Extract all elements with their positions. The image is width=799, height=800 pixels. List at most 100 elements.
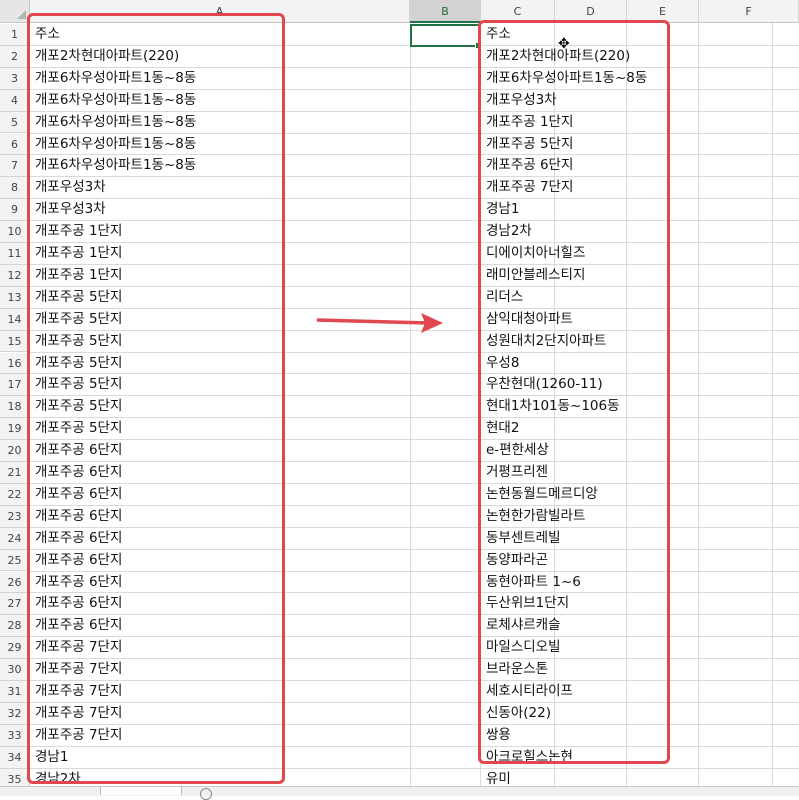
cell-column-a[interactable]: 개포주공 6단지 bbox=[30, 506, 410, 528]
row-header[interactable]: 17 bbox=[0, 374, 30, 397]
row-header[interactable]: 13 bbox=[0, 286, 30, 309]
cell-column-c[interactable]: 성원대치2단지아파트 bbox=[481, 331, 606, 353]
row-header[interactable]: 26 bbox=[0, 571, 30, 594]
row-header[interactable]: 7 bbox=[0, 155, 30, 178]
cell-column-c[interactable]: e-편한세상 bbox=[481, 440, 549, 462]
row-header[interactable]: 16 bbox=[0, 352, 30, 375]
row-header[interactable]: 4 bbox=[0, 89, 30, 112]
cell-column-c[interactable]: 동양파라곤 bbox=[481, 550, 548, 572]
row-header[interactable]: 27 bbox=[0, 593, 30, 616]
row-header[interactable]: 23 bbox=[0, 505, 30, 528]
cell-column-a[interactable]: 개포주공 5단지 bbox=[30, 396, 410, 418]
spreadsheet-grid[interactable]: A B C D E F 1 주소 주소 2 개포2차현대아파트(220) 개포2차현대아파… bbox=[0, 0, 799, 800]
cell-column-a[interactable]: 개포6차우성아파트1동~8동 bbox=[30, 90, 410, 112]
cell-column-a[interactable]: 개포주공 6단지 bbox=[30, 440, 410, 462]
row-header[interactable]: 2 bbox=[0, 45, 30, 68]
cell-column-a[interactable]: 주소 bbox=[30, 24, 410, 46]
cell-column-a[interactable]: 개포주공 7단지 bbox=[30, 725, 410, 747]
row-header[interactable]: 25 bbox=[0, 549, 30, 572]
column-header-d[interactable]: D bbox=[555, 0, 627, 23]
row-header[interactable]: 24 bbox=[0, 527, 30, 550]
cell-column-c[interactable]: 개포주공 7단지 bbox=[481, 177, 573, 199]
cell-column-c[interactable]: 세호시티라이프 bbox=[481, 681, 573, 703]
row-header[interactable]: 3 bbox=[0, 67, 30, 90]
sheet-tab[interactable] bbox=[100, 787, 182, 795]
cell-column-a[interactable]: 개포주공 5단지 bbox=[30, 374, 410, 396]
cell-column-a[interactable]: 개포우성3차 bbox=[30, 177, 410, 199]
cell-column-c[interactable]: 현대1차101동~106동 bbox=[481, 396, 620, 418]
row-header[interactable]: 30 bbox=[0, 659, 30, 681]
cell-column-c[interactable]: 현대2 bbox=[481, 418, 519, 440]
cell-column-c[interactable]: 동부센트레빌 bbox=[481, 528, 561, 550]
cell-column-a[interactable]: 개포주공 7단지 bbox=[30, 637, 410, 659]
cell-column-a[interactable]: 개포주공 7단지 bbox=[30, 681, 410, 703]
cell-column-a[interactable]: 개포주공 6단지 bbox=[30, 615, 410, 637]
cell-column-c[interactable]: 리더스 bbox=[481, 287, 523, 309]
cell-column-a[interactable]: 개포주공 5단지 bbox=[30, 287, 410, 309]
cell-column-c[interactable]: 쌍용 bbox=[481, 725, 511, 747]
cell-column-c[interactable]: 개포2차현대아파트(220) bbox=[481, 46, 630, 68]
cell-column-a[interactable]: 개포주공 6단지 bbox=[30, 462, 410, 484]
row-header[interactable]: 9 bbox=[0, 199, 30, 222]
cell-column-a[interactable]: 개포주공 7단지 bbox=[30, 703, 410, 725]
row-header[interactable]: 11 bbox=[0, 243, 30, 265]
cell-column-c[interactable]: 거평프리젠 bbox=[481, 462, 548, 484]
cell-column-a[interactable]: 개포6차우성아파트1동~8동 bbox=[30, 134, 410, 156]
cell-column-c[interactable]: 래미안블레스티지 bbox=[481, 265, 585, 287]
cell-column-c[interactable]: 브라운스톤 bbox=[481, 659, 548, 681]
cell-column-c[interactable]: 삼익대청아파트 bbox=[481, 309, 573, 331]
row-header[interactable]: 10 bbox=[0, 221, 30, 243]
cell-column-a[interactable]: 개포2차현대아파트(220) bbox=[30, 46, 410, 68]
add-sheet-icon[interactable] bbox=[200, 788, 212, 800]
cell-column-a[interactable]: 개포6차우성아파트1동~8동 bbox=[30, 155, 410, 177]
row-header[interactable]: 5 bbox=[0, 111, 30, 134]
cell-column-c[interactable]: 경남2차 bbox=[481, 221, 532, 243]
cell-column-c[interactable]: 경남1 bbox=[481, 199, 519, 221]
cell-column-c[interactable]: 개포6차우성아파트1동~8동 bbox=[481, 68, 647, 90]
row-header[interactable]: 33 bbox=[0, 724, 30, 747]
row-header[interactable]: 8 bbox=[0, 177, 30, 200]
cell-column-a[interactable]: 개포주공 6단지 bbox=[30, 528, 410, 550]
row-header[interactable]: 15 bbox=[0, 330, 30, 353]
cell-column-a[interactable]: 개포주공 6단지 bbox=[30, 593, 410, 615]
cell-column-c[interactable]: 디에이치아너힐즈 bbox=[481, 243, 585, 265]
cell-column-c[interactable]: 우찬현대(1260-11) bbox=[481, 374, 603, 396]
cell-column-c[interactable]: 마일스디오빌 bbox=[481, 637, 561, 659]
select-all-corner[interactable] bbox=[0, 0, 30, 23]
cell-column-a[interactable]: 개포주공 7단지 bbox=[30, 659, 410, 681]
row-header[interactable]: 21 bbox=[0, 462, 30, 484]
cell-column-c[interactable]: 주소 bbox=[481, 24, 511, 46]
cell-column-a[interactable]: 개포6차우성아파트1동~8동 bbox=[30, 68, 410, 90]
cell-column-c[interactable]: 논현한가람빌라트 bbox=[481, 506, 585, 528]
cell-column-a[interactable]: 개포주공 5단지 bbox=[30, 418, 410, 440]
row-header[interactable]: 12 bbox=[0, 264, 30, 287]
cell-column-a[interactable]: 개포주공 6단지 bbox=[30, 550, 410, 572]
cell-column-c[interactable]: 논현동월드메르디앙 bbox=[481, 484, 598, 506]
cell-column-a[interactable]: 개포주공 5단지 bbox=[30, 353, 410, 375]
cell-column-c[interactable]: 개포우성3차 bbox=[481, 90, 557, 112]
cell-column-c[interactable]: 두산위브1단지 bbox=[481, 593, 569, 615]
row-header[interactable]: 1 bbox=[0, 24, 30, 46]
column-header-b[interactable]: B bbox=[410, 0, 481, 23]
row-header[interactable]: 6 bbox=[0, 133, 30, 156]
row-header[interactable]: 31 bbox=[0, 681, 30, 703]
cell-column-a[interactable]: 개포주공 1단지 bbox=[30, 265, 410, 287]
cell-column-a[interactable]: 개포주공 1단지 bbox=[30, 243, 410, 265]
row-header[interactable]: 19 bbox=[0, 418, 30, 441]
cell-column-c[interactable]: 개포주공 6단지 bbox=[481, 155, 573, 177]
row-header[interactable]: 28 bbox=[0, 615, 30, 638]
cell-column-a[interactable]: 경남1 bbox=[30, 747, 410, 769]
cell-column-c[interactable]: 로체샤르캐슬 bbox=[481, 615, 561, 637]
row-header[interactable]: 20 bbox=[0, 440, 30, 462]
cell-column-a[interactable]: 개포6차우성아파트1동~8동 bbox=[30, 112, 410, 134]
cell-column-a[interactable]: 개포주공 6단지 bbox=[30, 572, 410, 594]
column-header-f[interactable]: F bbox=[699, 0, 799, 23]
row-header[interactable]: 34 bbox=[0, 746, 30, 769]
cell-column-a[interactable]: 개포주공 1단지 bbox=[30, 221, 410, 243]
row-header[interactable]: 32 bbox=[0, 702, 30, 725]
row-header[interactable]: 29 bbox=[0, 637, 30, 660]
cell-column-c[interactable]: 개포주공 5단지 bbox=[481, 134, 573, 156]
cell-column-c[interactable]: 동현아파트 1~6 bbox=[481, 572, 581, 594]
column-header-c[interactable]: C bbox=[481, 0, 555, 23]
cell-column-a[interactable]: 개포우성3차 bbox=[30, 199, 410, 221]
